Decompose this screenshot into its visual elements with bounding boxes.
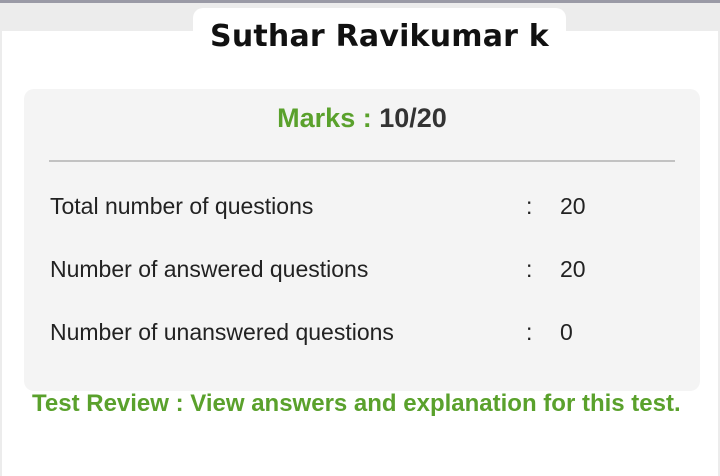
stat-value-answered: 20 — [560, 256, 586, 282]
stat-label-total: Total number of questions — [50, 193, 314, 219]
top-divider-strip — [0, 0, 720, 3]
marks-label: Marks : — [277, 103, 372, 133]
stat-separator: : — [526, 256, 533, 282]
stat-label-answered: Number of answered questions — [50, 256, 369, 282]
stat-separator: : — [526, 319, 533, 345]
student-name-header: Suthar Ravikumar k — [193, 8, 566, 64]
marks-line: Marks : 10/20 — [24, 103, 700, 134]
summary-divider — [49, 160, 675, 162]
stat-row-total: Total number of questions : 20 — [50, 193, 670, 223]
marks-value: 10/20 — [379, 103, 447, 133]
stat-separator: : — [526, 193, 533, 219]
stat-row-unanswered: Number of unanswered questions : 0 — [50, 319, 670, 349]
test-review-link[interactable]: Test Review : View answers and explanati… — [32, 388, 692, 419]
stat-label-unanswered: Number of unanswered questions — [50, 319, 394, 345]
student-name: Suthar Ravikumar k — [210, 18, 549, 54]
stat-value-unanswered: 0 — [560, 319, 573, 345]
score-summary-panel: Marks : 10/20 Total number of questions … — [24, 89, 700, 391]
stat-value-total: 20 — [560, 193, 586, 219]
stat-row-answered: Number of answered questions : 20 — [50, 256, 670, 286]
